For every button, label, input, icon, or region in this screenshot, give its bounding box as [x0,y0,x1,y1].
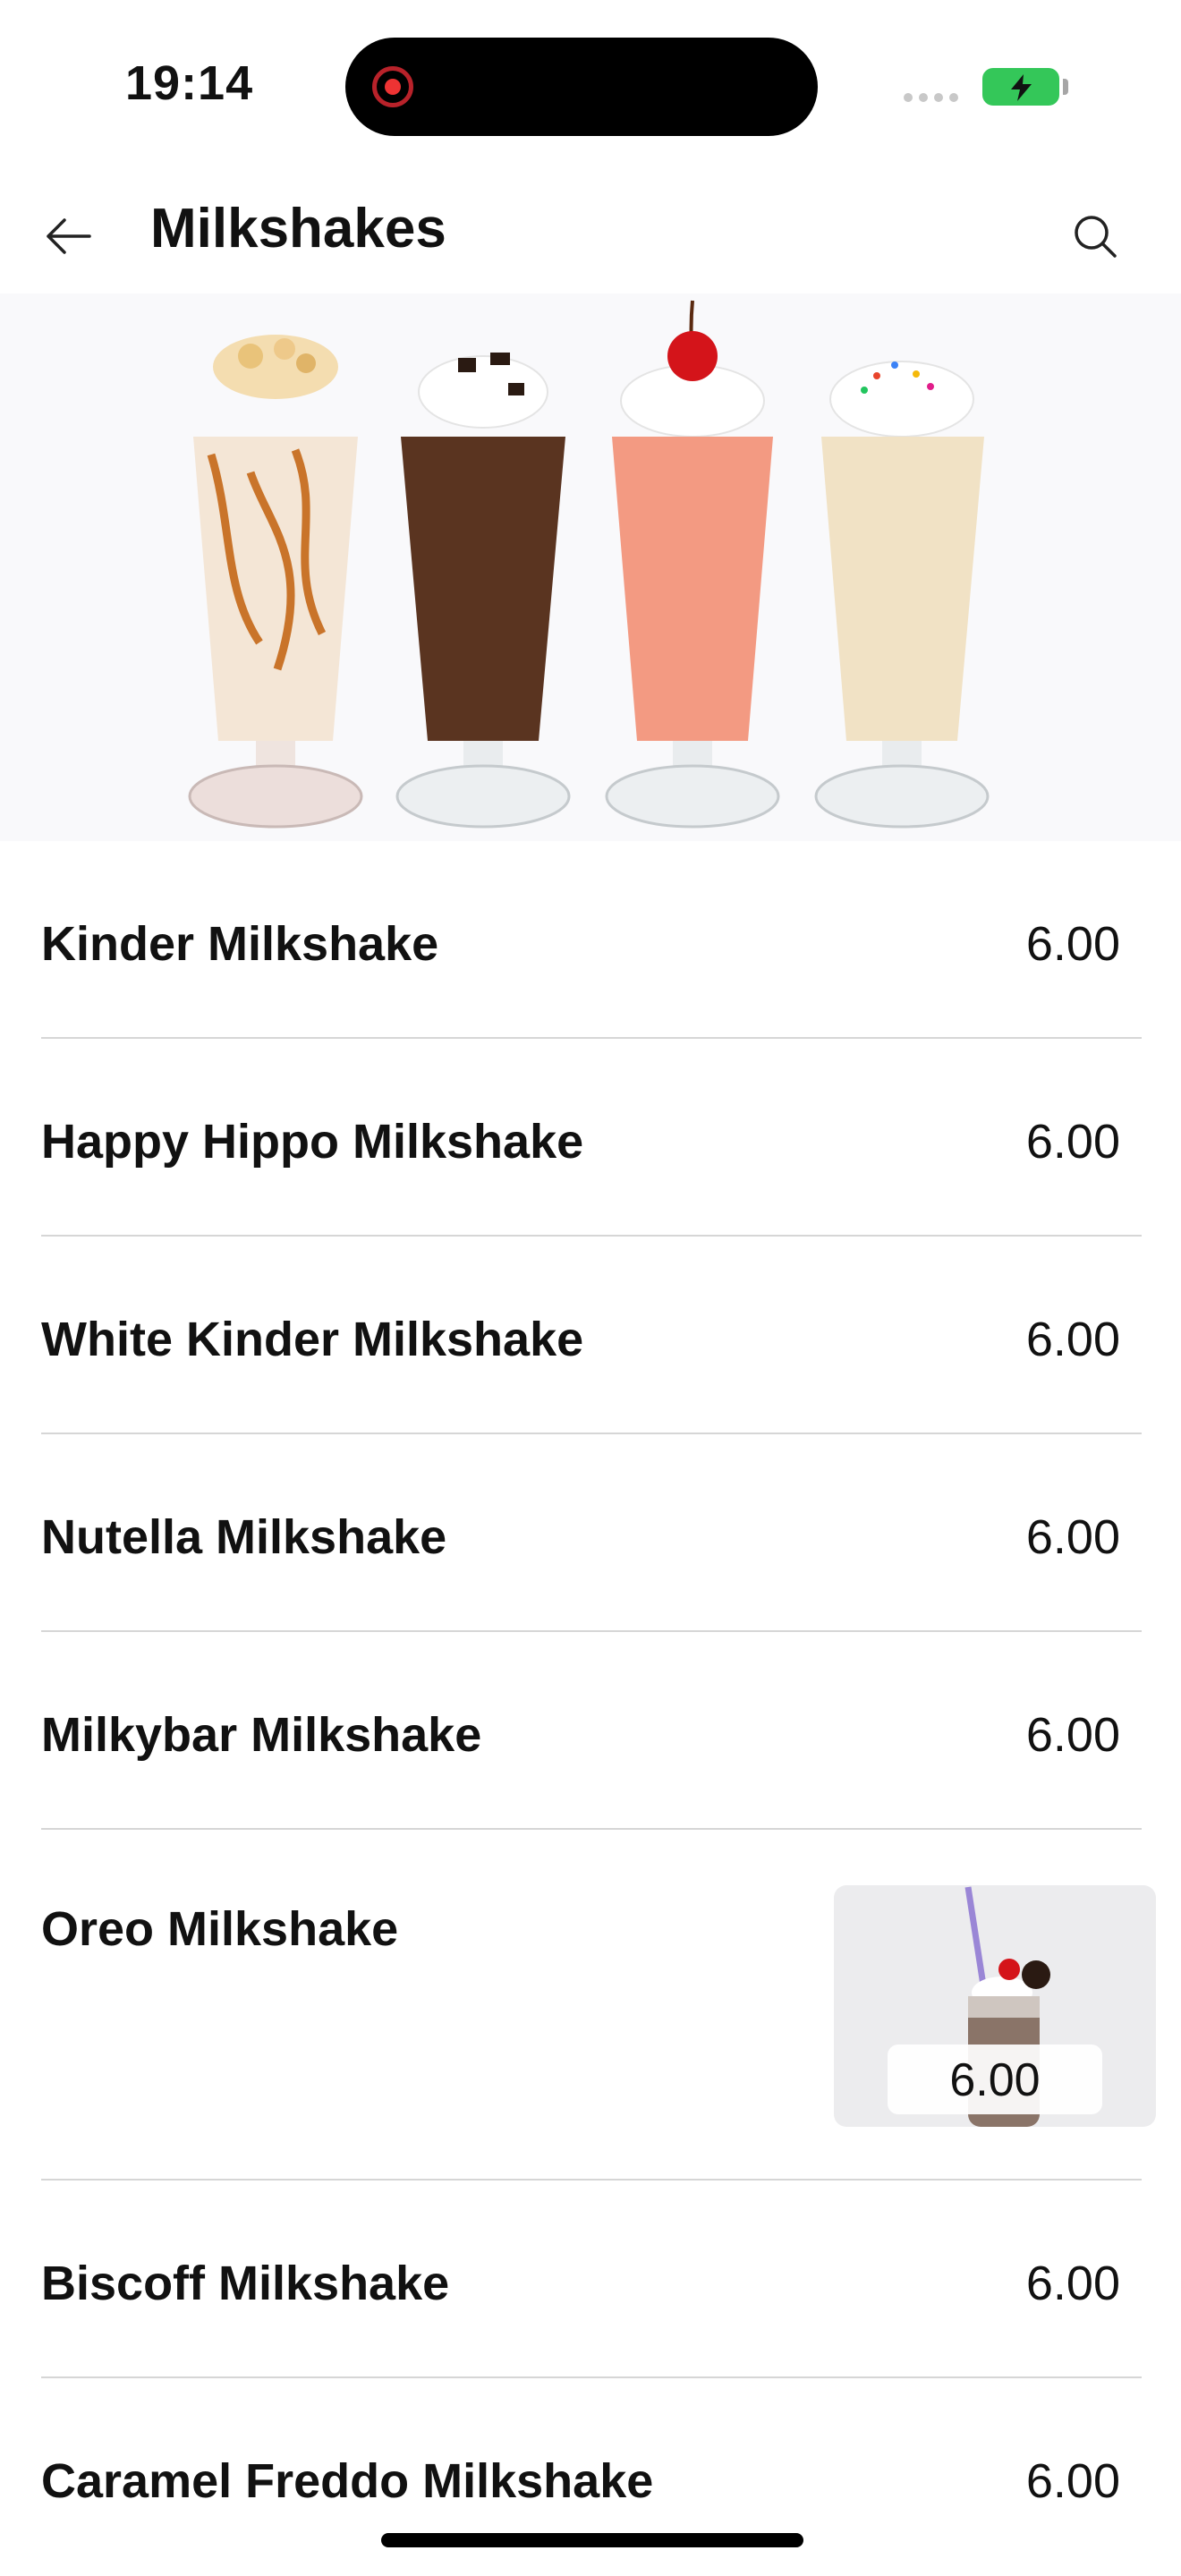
item-name: Happy Hippo Milkshake [41,1115,584,1169]
home-indicator[interactable] [381,2533,803,2547]
dynamic-island [345,38,818,136]
category-hero-image [0,293,1181,841]
item-price: 6.00 [888,2045,1102,2114]
menu-item-milkybar[interactable]: Milkybar Milkshake 6.00 [0,1632,1181,1830]
item-name: White Kinder Milkshake [41,1313,584,1366]
menu-item-nutella[interactable]: Nutella Milkshake 6.00 [0,1434,1181,1632]
item-name: Oreo Milkshake [41,1902,399,1956]
item-name: Milkybar Milkshake [41,1708,482,1762]
caramel-milkshake-glass [188,335,363,829]
app-header: Milkshakes [0,161,1181,295]
menu-item-happy-hippo[interactable]: Happy Hippo Milkshake 6.00 [0,1039,1181,1237]
chocolate-milkshake-glass [395,353,571,829]
item-price: 6.00 [1025,2257,1120,2310]
screen-recording-icon [372,66,413,107]
status-time: 19:14 [125,56,254,110]
item-name: Biscoff Milkshake [41,2257,450,2310]
menu-item-list: Kinder Milkshake 6.00 Happy Hippo Milksh… [0,841,1181,2576]
search-button[interactable] [1059,200,1131,272]
battery-charging-icon [982,68,1059,106]
item-price: 6.00 [1025,917,1120,971]
battery-cap [1063,79,1068,95]
menu-item-kinder[interactable]: Kinder Milkshake 6.00 [0,841,1181,1039]
menu-item-white-kinder[interactable]: White Kinder Milkshake 6.00 [0,1237,1181,1434]
vanilla-milkshake-glass [814,361,990,829]
item-price: 6.00 [1025,1115,1120,1169]
item-price: 6.00 [1025,1708,1120,1762]
item-price: 6.00 [1025,1510,1120,1564]
item-thumbnail: 6.00 [834,1885,1156,2127]
item-price: 6.00 [1025,2454,1120,2508]
strawberry-milkshake-glass [605,300,780,829]
back-button[interactable] [32,200,104,272]
menu-item-oreo[interactable]: Oreo Milkshake 6.00 [0,1830,1181,2181]
menu-item-biscoff[interactable]: Biscoff Milkshake 6.00 [0,2181,1181,2378]
item-name: Nutella Milkshake [41,1510,447,1564]
item-price: 6.00 [1025,1313,1120,1366]
signal-icon [904,93,958,102]
page-title: Milkshakes [150,198,446,259]
item-name: Caramel Freddo Milkshake [41,2454,654,2508]
magnifier-icon [1075,216,1117,258]
status-bar: 19:14 [0,0,1181,161]
arrow-left-icon [47,218,91,254]
item-name: Kinder Milkshake [41,917,439,971]
